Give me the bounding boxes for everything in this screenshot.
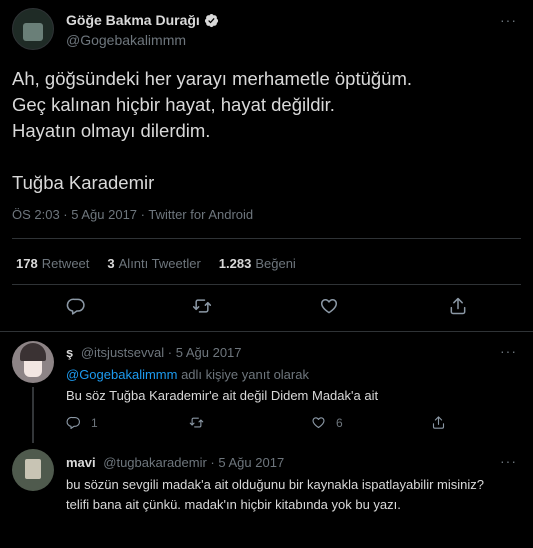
likes-stat[interactable]: 1.283 Beğeni [219, 256, 296, 271]
reply-icon [66, 416, 80, 429]
reply-text: Bu söz Tuğba Karademir'e ait değil Didem… [66, 388, 379, 403]
tweet-text-blank-line [12, 144, 517, 170]
like-icon[interactable] [319, 296, 339, 316]
reply-header: mavi @tugbakarademir · 5 Ağu 2017 [66, 455, 284, 470]
reply-author-handle[interactable]: @tugbakarademir [103, 455, 207, 470]
reply-action-retweet[interactable] [189, 415, 204, 430]
reply-to-text: adlı kişiye yanıt olarak [181, 367, 309, 382]
author-handle[interactable]: @Gogebakalimmm [66, 32, 186, 48]
tweet-text-line: Tuğba Karademir [12, 172, 155, 193]
reply-action-reply[interactable]: 1 [66, 415, 98, 430]
divider [12, 284, 521, 285]
tweet-actions [0, 294, 533, 320]
reply-to-link[interactable]: @Gogebakalimmm [66, 367, 177, 382]
tweet-text-line: Ah, göğsündeki her yarayı merhametle öpt… [12, 68, 413, 89]
quotes-stat[interactable]: 3 Alıntı Tweetler [107, 256, 200, 271]
reply-date[interactable]: 5 Ağu 2017 [218, 455, 284, 470]
reply-avatar[interactable] [12, 341, 54, 383]
reply-date[interactable]: 5 Ağu 2017 [176, 345, 242, 360]
reply-text-line: bu sözün sevgili madak'a ait olduğunu bi… [66, 477, 484, 492]
verified-badge-icon [204, 13, 218, 27]
reply-icon[interactable] [66, 296, 86, 316]
reply-author-name[interactable]: mavi [66, 455, 96, 470]
author-name-row[interactable]: Göğe Bakma Durağı [66, 12, 219, 28]
share-icon [432, 416, 445, 429]
tweet-stats: 178 Retweet 3 Alıntı Tweetler 1.283 Beğeni [16, 256, 296, 271]
reply-tweet[interactable]: ş @itsjustsevval · 5 Ağu 2017 ··· @Gogeb… [0, 331, 533, 437]
reply-text-line: telifi bana ait çünkü. madak'ın hiçbir k… [66, 497, 401, 512]
thread-line [32, 437, 34, 443]
reply-action-like[interactable]: 6 [311, 415, 343, 430]
retweets-stat[interactable]: 178 Retweet [16, 256, 89, 271]
tweet-text-line: Geç kalınan hiçbir hayat, hayat değildir… [12, 94, 335, 115]
retweet-icon[interactable] [192, 296, 212, 316]
tweet-text: Ah, göğsündeki her yarayı merhametle öpt… [12, 66, 517, 196]
reply-count: 1 [91, 415, 98, 430]
reply-author-handle[interactable]: @itsjustsevval [81, 345, 164, 360]
author-name[interactable]: Göğe Bakma Durağı [66, 12, 200, 28]
tweet-meta[interactable]: ÖS 2:03 · 5 Ağu 2017 · Twitter for Andro… [12, 207, 253, 222]
retweet-icon [189, 417, 204, 428]
reply-avatar[interactable] [12, 449, 54, 491]
share-icon[interactable] [448, 296, 468, 316]
tweet-text-line: Hayatın olmayı dilerdim. [12, 120, 211, 141]
reply-context: @Gogebakalimmm adlı kişiye yanıt olarak [66, 367, 309, 382]
reply-tweet[interactable]: mavi @tugbakarademir · 5 Ağu 2017 ··· bu… [0, 437, 533, 548]
author-avatar[interactable] [12, 8, 54, 50]
more-options-icon[interactable]: ··· [500, 453, 517, 469]
reply-author-name[interactable]: ş [66, 345, 73, 360]
divider [12, 238, 521, 239]
reply-action-share[interactable] [431, 415, 446, 430]
like-icon [312, 417, 325, 429]
separator: · [210, 455, 215, 470]
separator: · [167, 345, 173, 360]
more-options-icon[interactable]: ··· [500, 343, 517, 359]
like-count: 6 [336, 415, 343, 430]
thread-line [32, 387, 34, 437]
reply-header: ş @itsjustsevval · 5 Ağu 2017 [66, 345, 242, 360]
more-options-icon[interactable]: ··· [500, 12, 517, 28]
